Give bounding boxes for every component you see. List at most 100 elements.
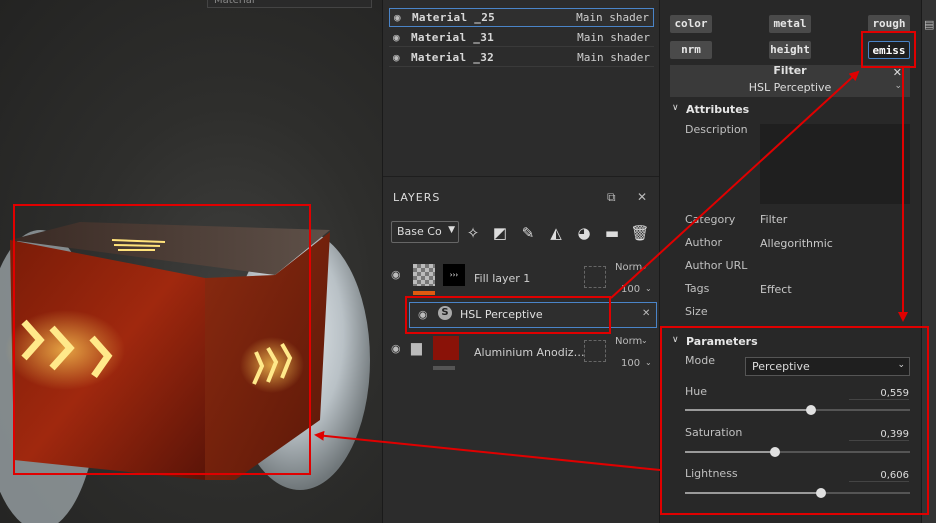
close-icon[interactable]: ✕ — [893, 66, 902, 79]
close-icon[interactable]: ✕ — [637, 190, 647, 204]
channel-select[interactable]: Base Co ▼ — [391, 221, 459, 243]
channel-button-rough[interactable]: rough — [868, 15, 910, 33]
eye-icon[interactable]: ◉ — [393, 31, 409, 44]
folder-icon[interactable]: ▬ — [602, 223, 622, 243]
side-dock: ▤ — [921, 0, 936, 523]
channel-button-height[interactable]: height — [769, 41, 811, 59]
slider-label: Saturation — [685, 426, 743, 439]
blend-mode[interactable]: Norm — [615, 336, 642, 347]
channel-button-emiss[interactable]: emiss — [868, 41, 910, 59]
slider-fill — [685, 451, 775, 453]
properties-panel: color metal rough nrm height emiss Filte… — [659, 0, 921, 523]
attr-label: Author URL — [685, 259, 748, 272]
mode-label: Mode — [685, 354, 715, 367]
chevron-down-icon: ⌄ — [894, 81, 902, 91]
slider-fill — [685, 492, 822, 494]
layer-thumbnail — [433, 336, 459, 360]
mode-value: Perceptive — [752, 360, 810, 373]
layer-mask-slot[interactable] — [584, 266, 606, 288]
slider-knob[interactable] — [816, 488, 827, 498]
channel-button-color[interactable]: color — [670, 15, 712, 33]
fill-layer-icon[interactable]: ◩ — [490, 223, 510, 243]
chevron-down-icon[interactable]: ∨ — [672, 335, 679, 345]
slider-knob[interactable] — [805, 405, 816, 415]
description-label: Description — [685, 123, 748, 136]
parameters-title: Parameters — [686, 335, 758, 348]
slider-label: Lightness — [685, 467, 738, 480]
material-shader: Main shader — [577, 30, 650, 44]
chevron-down-icon: ⌄ — [641, 336, 648, 345]
material-row[interactable]: ◉ Material _25 Main shader — [389, 8, 654, 27]
attr-value: Effect — [760, 283, 792, 296]
filter-layer-name: HSL Perceptive — [460, 308, 543, 321]
filter-value: HSL Perceptive — [748, 81, 832, 94]
palette-icon[interactable]: ◕ — [574, 223, 594, 243]
slider-value[interactable]: 0,399 — [849, 429, 909, 441]
channel-button-nrm[interactable]: nrm — [670, 41, 712, 59]
layer-color-strip — [433, 366, 455, 370]
layer-mask-slot[interactable] — [584, 340, 606, 362]
slider-value[interactable]: 0,559 — [849, 388, 909, 400]
attr-value: Filter — [760, 213, 788, 226]
layer-opacity[interactable]: 100 — [621, 358, 640, 369]
blend-mode[interactable]: Norm — [615, 262, 642, 273]
brush-icon[interactable]: ✎ — [518, 223, 538, 243]
material-name: Material _32 — [411, 50, 495, 64]
mode-select[interactable]: Perceptive ⌄ — [745, 357, 910, 376]
middle-panel: ◉ Material _25 Main shader ◉ Material _3… — [382, 0, 660, 523]
material-name: Material _31 — [411, 30, 495, 44]
chevron-down-icon: ⌄ — [645, 284, 652, 293]
filter-title: Filter — [773, 64, 807, 77]
popout-icon[interactable]: ⧉ — [607, 190, 616, 205]
slider-value[interactable]: 0,606 — [849, 470, 909, 482]
lightness-slider[interactable] — [685, 488, 910, 498]
attr-value: Allegorithmic — [760, 237, 833, 250]
hue-slider[interactable] — [685, 405, 910, 415]
trash-icon[interactable]: 🗑 — [630, 223, 650, 243]
document-icon[interactable]: ▤ — [924, 18, 934, 31]
material-row[interactable]: ◉ Material _31 Main shader — [389, 28, 654, 47]
layer-opacity[interactable]: 100 — [621, 284, 640, 295]
divider — [383, 176, 660, 177]
attr-label: Tags — [685, 282, 710, 295]
eye-icon[interactable]: ◉ — [391, 268, 401, 281]
chevron-down-icon: ⌄ — [645, 358, 652, 367]
layers-title: LAYERS — [393, 191, 441, 204]
mask-thumbnail: ››› — [443, 264, 465, 286]
layer-name: Aluminium Anodiz… — [474, 346, 585, 359]
folder-icon[interactable]: ▆ — [411, 340, 422, 356]
material-row[interactable]: ◉ Material _32 Main shader — [389, 48, 654, 67]
layer-item[interactable]: ◉ ▆ Aluminium Anodiz… Norm ⌄ 100 ⌄ — [389, 332, 654, 372]
filter-layer-item[interactable]: ◉ S HSL Perceptive ✕ — [409, 302, 657, 328]
chevron-down-icon: ▼ — [448, 225, 455, 235]
slider-knob[interactable] — [769, 447, 780, 457]
saturation-slider[interactable] — [685, 447, 910, 457]
slider-label: Hue — [685, 385, 708, 398]
attributes-title: Attributes — [686, 103, 750, 116]
eye-icon[interactable]: ◉ — [394, 11, 410, 24]
description-box — [760, 124, 910, 204]
chevron-down-icon: ⌄ — [641, 262, 648, 271]
eye-icon[interactable]: ◉ — [391, 342, 401, 355]
layer-item[interactable]: ◉ ››› Fill layer 1 Norm ⌄ 100 ⌄ — [389, 258, 654, 298]
channel-select-value: Base Co — [397, 225, 442, 238]
attr-label: Size — [685, 305, 708, 318]
filter-selector[interactable]: Filter ✕ HSL Perceptive ⌄ — [670, 64, 910, 97]
viewport-scene — [0, 222, 370, 523]
paint-bucket-icon[interactable]: ◭ — [546, 223, 566, 243]
layer-color-strip — [413, 291, 435, 295]
substance-icon: S — [438, 306, 452, 320]
channel-button-metal[interactable]: metal — [769, 15, 811, 33]
layer-thumbnail — [413, 264, 435, 286]
material-name: Material _25 — [412, 11, 496, 24]
3d-viewport[interactable]: Material — [0, 0, 382, 523]
attr-label: Author — [685, 236, 723, 249]
attr-label: Category — [685, 213, 736, 226]
material-shader: Main shader — [576, 11, 649, 24]
magic-wand-icon[interactable]: ✧ — [463, 223, 483, 243]
eye-icon[interactable]: ◉ — [418, 308, 428, 321]
chevron-down-icon[interactable]: ∨ — [672, 103, 679, 113]
chevron-down-icon: ⌄ — [897, 360, 905, 370]
eye-icon[interactable]: ◉ — [393, 51, 409, 64]
close-icon[interactable]: ✕ — [642, 308, 650, 319]
